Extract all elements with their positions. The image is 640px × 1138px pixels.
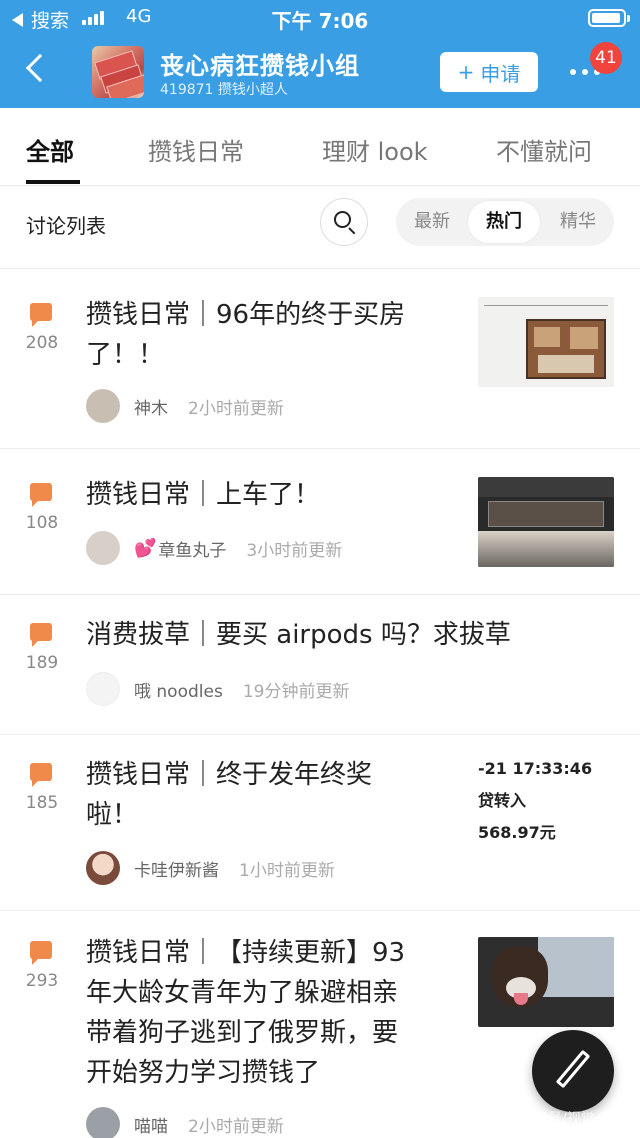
avatar[interactable] (86, 851, 120, 885)
author-row: 喵喵 2小时前更新 (86, 1107, 284, 1138)
comment-bubble-icon (30, 941, 52, 965)
search-button[interactable] (320, 198, 368, 246)
sort-featured[interactable]: 精华 (542, 198, 614, 246)
post-time: 2小时前更新 (188, 1116, 284, 1137)
post-title: 攒钱日常｜【持续更新】93 年大龄女青年为了躲避相亲 带着狗子逃到了俄罗斯，要 … (86, 938, 406, 1088)
plus-icon: + (457, 60, 475, 84)
comment-count: 185 (25, 793, 59, 813)
comment-bubble-icon (30, 483, 52, 507)
group-avatar[interactable] (92, 46, 144, 98)
avatar[interactable] (86, 1107, 120, 1138)
author-name[interactable]: 卡哇伊新酱 (134, 856, 219, 881)
avatar[interactable] (86, 531, 120, 565)
tab-finance-look[interactable]: 理财 look (322, 132, 428, 167)
receipt-time: -21 17:33:46 (478, 759, 593, 778)
group-subtitle: 419871 攒钱小超人 (160, 82, 288, 98)
post-title: 攒钱日常｜终于发年终奖 啦！ (86, 760, 373, 830)
author-row: 💕 章鱼丸子 3小时前更新 (86, 531, 342, 565)
tab-saving-daily[interactable]: 攒钱日常 (148, 132, 244, 167)
avatar[interactable] (86, 389, 120, 423)
post-time: 3小时前更新 (246, 540, 343, 561)
comment-count: 189 (25, 653, 59, 673)
comment-count: 293 (25, 971, 59, 991)
author-name[interactable]: 神木 (134, 394, 168, 419)
back-button[interactable] (24, 53, 55, 83)
category-tabs: 全部 攒钱日常 理财 look 不懂就问 (0, 108, 640, 186)
apply-label: 申请 (480, 61, 521, 86)
list-item[interactable]: 293 攒钱日常｜【持续更新】93 年大龄女青年为了躲避相亲 带着狗子逃到了俄罗… (0, 910, 640, 1138)
author-name[interactable]: 章鱼丸子 (158, 536, 226, 561)
tab-all[interactable]: 全部 (26, 132, 74, 167)
more-dots-icon (570, 69, 576, 75)
search-icon (334, 211, 351, 228)
group-title: 丧心病狂攒钱小组 (160, 52, 360, 80)
status-bar: 搜索 4G 下午 7:06 (0, 0, 640, 36)
comment-bubble-icon (30, 623, 52, 647)
comment-count: 208 (25, 333, 59, 353)
comment-count: 108 (25, 513, 59, 533)
discussion-list-label: 讨论列表 (26, 214, 106, 238)
post-thumbnail-receipt[interactable]: -21 17:33:46 贷转入 568.97元 (478, 753, 618, 849)
pencil-icon (555, 1049, 591, 1089)
sort-hot[interactable]: 热门 (468, 201, 540, 243)
author-row: 神木 2小时前更新 (86, 389, 284, 423)
post-thumbnail[interactable] (478, 297, 614, 387)
compose-button[interactable] (532, 1030, 614, 1112)
post-title: 消费拔草｜要买 airpods 吗？求拔草 (86, 620, 511, 650)
post-time: 19分钟前更新 (242, 681, 350, 702)
post-thumbnail[interactable] (478, 937, 614, 1027)
sort-latest[interactable]: 最新 (396, 198, 468, 246)
top-bar: 搜索 4G 下午 7:06 丧心病狂攒钱小组 419871 攒钱小超人 + 申请… (0, 0, 640, 108)
post-time: 2小时前更新 (188, 398, 284, 419)
post-thumbnail[interactable] (478, 477, 614, 567)
tab-ask[interactable]: 不懂就问 (496, 132, 592, 167)
list-item[interactable]: 208 攒钱日常｜96年的终于买房 了！！ 神木 2小时前更新 (0, 268, 640, 448)
sort-toggle: 最新 热门 精华 (396, 198, 614, 246)
list-item[interactable]: 108 攒钱日常｜上车了！ 💕 章鱼丸子 3小时前更新 (0, 448, 640, 594)
author-name[interactable]: 哦 noodles (134, 677, 223, 702)
receipt-amount: 568.97元 (478, 823, 556, 842)
chevron-left-icon (25, 53, 55, 83)
comment-bubble-icon (30, 303, 52, 327)
receipt-type: 贷转入 (478, 791, 527, 810)
heart-icon: 💕 (134, 537, 157, 559)
watermark: 百家号/视觉 (520, 1111, 595, 1127)
avatar[interactable] (86, 672, 120, 706)
list-item[interactable]: 189 消费拔草｜要买 airpods 吗？求拔草 哦 noodles 19分钟… (0, 594, 640, 734)
author-row: 卡哇伊新酱 1小时前更新 (86, 851, 335, 885)
active-tab-indicator (26, 180, 80, 184)
list-item[interactable]: 185 攒钱日常｜终于发年终奖 啦！ 卡哇伊新酱 1小时前更新 -21 17:3… (0, 734, 640, 910)
status-time: 下午 7:06 (271, 9, 369, 33)
post-time: 1小时前更新 (239, 860, 335, 881)
apply-button[interactable]: + 申请 (440, 52, 538, 92)
battery-icon (588, 9, 630, 27)
post-title: 攒钱日常｜上车了！ (86, 480, 321, 510)
post-title: 攒钱日常｜96年的终于买房 了！！ (86, 300, 406, 370)
comment-bubble-icon (30, 763, 52, 787)
author-name[interactable]: 喵喵 (134, 1112, 168, 1137)
author-row: 哦 noodles 19分钟前更新 (86, 672, 349, 706)
notification-badge: 41 (590, 42, 622, 74)
